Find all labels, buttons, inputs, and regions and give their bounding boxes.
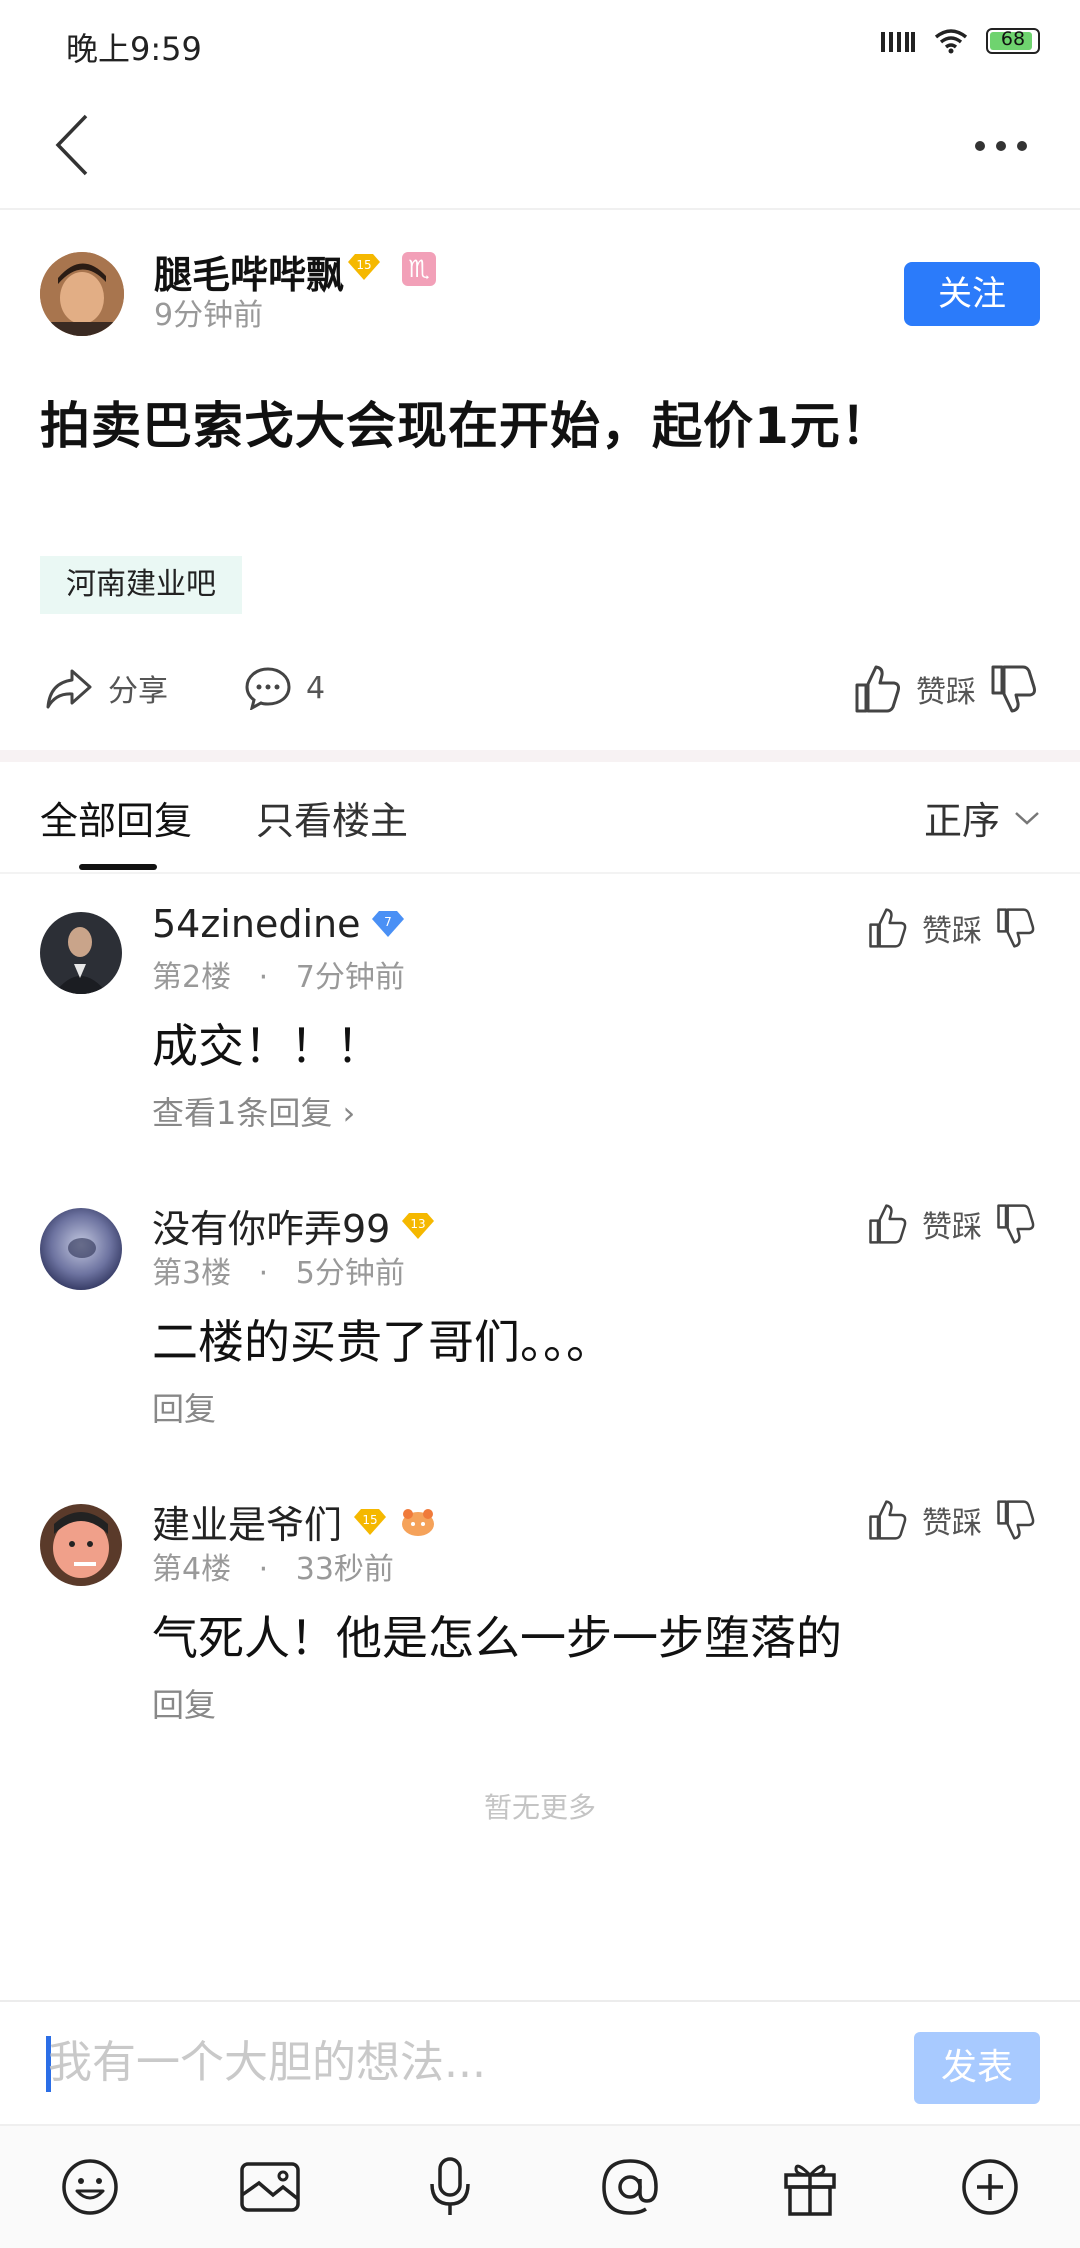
- comment-time: 5分钟前: [295, 1256, 405, 1291]
- post-vote: 赞踩: [854, 664, 1038, 714]
- svg-text:13: 13: [411, 1217, 426, 1231]
- image-icon: [240, 2162, 300, 2212]
- more-options-button[interactable]: [945, 2142, 1035, 2232]
- comment-floor: 第2楼: [152, 960, 232, 995]
- comment-vote: 赞踩: [868, 1498, 1036, 1542]
- battery-level: 68: [1000, 28, 1026, 50]
- mention-button[interactable]: [585, 2142, 675, 2232]
- thumbs-down-icon[interactable]: [996, 907, 1036, 949]
- forum-tag[interactable]: 河南建业吧: [40, 556, 242, 614]
- tabs-divider: [0, 872, 1080, 874]
- level-badge: 7: [372, 911, 405, 937]
- vote-label: 赞踩: [922, 1506, 982, 1541]
- thumbs-up-icon[interactable]: [868, 1203, 908, 1245]
- more-button[interactable]: [974, 140, 1028, 152]
- comment-author[interactable]: 54zinedine 7: [152, 902, 406, 946]
- tab-owner-only[interactable]: 只看楼主: [256, 790, 408, 845]
- level-badge: 15: [354, 1508, 387, 1535]
- comment-author-name: 54zinedine: [152, 902, 361, 946]
- image-button[interactable]: [225, 2142, 315, 2232]
- post-title: 拍卖巴索戈大会现在开始，起价1元！: [40, 397, 892, 455]
- at-icon: [602, 2159, 658, 2215]
- emoji-button[interactable]: [45, 2142, 135, 2232]
- comment-button[interactable]: 4: [244, 666, 325, 710]
- comment-vote: 赞踩: [868, 906, 1036, 950]
- chevron-down-icon: [1015, 811, 1039, 825]
- zodiac-badge: ♏: [402, 252, 436, 286]
- comment-meta: 第2楼 · 7分钟前: [152, 960, 405, 995]
- sort-dropdown[interactable]: 正序: [924, 790, 1040, 845]
- header-divider: [0, 208, 1080, 210]
- thumbs-up-icon[interactable]: [868, 907, 908, 949]
- comment-input[interactable]: [48, 2030, 868, 2094]
- status-time: 晚上9:59: [66, 30, 202, 68]
- publish-button[interactable]: 发表: [914, 2032, 1040, 2104]
- comment-author-name: 建业是爷们: [152, 1503, 343, 1547]
- gift-button[interactable]: [765, 2142, 855, 2232]
- share-icon: [46, 669, 92, 709]
- thumbs-down-icon[interactable]: [996, 1203, 1036, 1245]
- level-badge: 15: [346, 252, 382, 282]
- comment-floor: 第3楼: [152, 1256, 232, 1291]
- comment-text: 成交！！！: [152, 1019, 382, 1073]
- comment-time: 33秒前: [295, 1552, 394, 1587]
- section-divider: [0, 750, 1080, 762]
- back-button[interactable]: [52, 114, 92, 176]
- comment-text: 气死人！他是怎么一步一步堕落的: [152, 1611, 842, 1665]
- follow-button[interactable]: 关注: [904, 262, 1040, 326]
- wifi-icon: [934, 29, 968, 54]
- thumbs-down-icon[interactable]: [996, 1499, 1036, 1541]
- comment-meta: 第4楼 · 33秒前: [152, 1552, 394, 1587]
- avatar[interactable]: [40, 1208, 122, 1290]
- reply-button[interactable]: 回复: [152, 1680, 216, 1726]
- chevron-left-icon: [55, 114, 88, 176]
- svg-text:15: 15: [356, 258, 371, 272]
- sort-label: 正序: [923, 799, 1000, 843]
- svg-text:15: 15: [362, 1513, 377, 1527]
- composer-toolbar: [0, 2126, 1080, 2248]
- thumbs-up-icon[interactable]: [868, 1499, 908, 1541]
- emoji-icon: [62, 2159, 118, 2215]
- reply-button[interactable]: 回复: [152, 1384, 216, 1430]
- status-icons: 68: [880, 28, 1040, 54]
- comment-author-name: 没有你咋弄99: [152, 1207, 391, 1251]
- avatar[interactable]: [40, 1504, 122, 1586]
- comment-floor: 第4楼: [152, 1552, 232, 1587]
- comment-icon: [245, 667, 291, 710]
- microphone-icon: [430, 2157, 470, 2215]
- comment-meta: 第3楼 · 5分钟前: [152, 1256, 405, 1291]
- plus-icon: [962, 2159, 1018, 2215]
- tab-active-indicator: [79, 864, 157, 870]
- avatar[interactable]: [40, 912, 122, 994]
- comment-vote: 赞踩: [868, 1202, 1036, 1246]
- comment-time: 7分钟前: [295, 960, 405, 995]
- vote-label: 赞踩: [922, 1210, 982, 1245]
- tab-all-replies[interactable]: 全部回复: [40, 790, 192, 845]
- voice-button[interactable]: [405, 2142, 495, 2232]
- post-time: 9分钟前: [154, 298, 264, 333]
- comment-author[interactable]: 建业是爷们 15: [152, 1494, 438, 1549]
- comment-author[interactable]: 没有你咋弄99 13: [152, 1198, 436, 1253]
- share-button[interactable]: 分享: [44, 666, 168, 710]
- svg-text:7: 7: [385, 915, 393, 929]
- signal-icon: [881, 32, 915, 52]
- more-icon: [975, 141, 1027, 151]
- level-badge: 13: [402, 1212, 435, 1239]
- battery-icon: 68: [986, 28, 1040, 54]
- thumbs-up-icon[interactable]: [854, 664, 902, 714]
- gift-icon: [784, 2164, 836, 2216]
- thumbs-down-icon[interactable]: [990, 664, 1038, 714]
- no-more-text: 暂无更多: [483, 1791, 596, 1824]
- view-replies-link[interactable]: 查看1条回复 ›: [152, 1088, 355, 1134]
- comment-count: 4: [306, 670, 326, 706]
- vote-label: 赞踩: [922, 914, 982, 949]
- member-icon: [402, 1508, 435, 1536]
- share-label: 分享: [108, 674, 168, 709]
- vote-label: 赞踩: [916, 675, 976, 710]
- author-avatar[interactable]: [40, 252, 124, 336]
- comment-text: 二楼的买贵了哥们。。。: [152, 1315, 612, 1369]
